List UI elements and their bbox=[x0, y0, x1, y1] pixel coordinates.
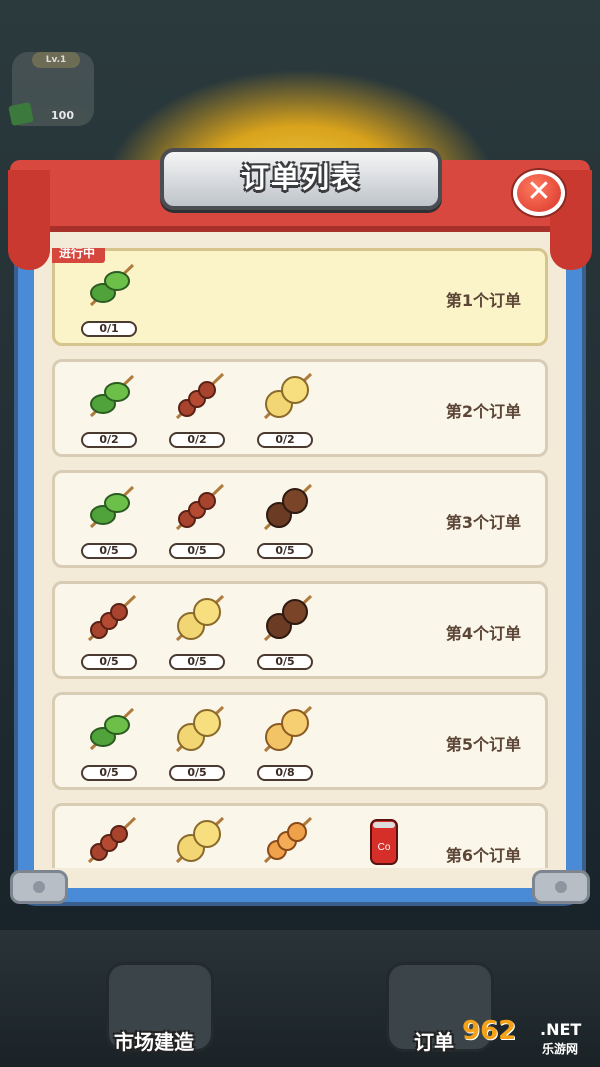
item-count: 0/5 bbox=[257, 654, 313, 670]
watermark-number: 962 bbox=[462, 1016, 517, 1046]
order-item: 0/5 bbox=[75, 703, 145, 787]
item-count: 0/5 bbox=[169, 543, 225, 559]
item-count: 0/5 bbox=[169, 654, 225, 670]
green-pepper-skewer-icon bbox=[89, 263, 135, 307]
order-item bbox=[251, 814, 321, 868]
lotus-root-skewer-icon bbox=[175, 705, 225, 753]
order-card-2[interactable]: 第2个订单 0/2 0/2 0/2 bbox=[52, 359, 548, 457]
item-count: 0/5 bbox=[257, 543, 313, 559]
order-item: 0/5 bbox=[251, 592, 321, 676]
order-card-4[interactable]: 第4个订单 0/5 0/5 0/5 bbox=[52, 581, 548, 679]
item-count: 0/5 bbox=[81, 765, 137, 781]
curtain-left bbox=[8, 170, 50, 270]
green-pepper-skewer-icon bbox=[89, 374, 135, 418]
item-count: 0/2 bbox=[169, 432, 225, 448]
mushroom-skewer-icon bbox=[263, 594, 313, 642]
order-label: 第4个订单 bbox=[445, 624, 521, 643]
site-watermark: 962 .NET 乐游网 bbox=[462, 1016, 596, 1062]
order-item: 0/8 bbox=[251, 703, 321, 787]
order-item: 0/5 bbox=[75, 592, 145, 676]
order-list[interactable]: 进行中 第1个订单 0/1 第2个订单 0/2 0/2 0/2 第3个订单 0/… bbox=[52, 248, 548, 868]
order-card-3[interactable]: 第3个订单 0/5 0/5 0/5 bbox=[52, 470, 548, 568]
order-item: 0/5 bbox=[251, 481, 321, 565]
item-count: 0/5 bbox=[169, 765, 225, 781]
order-item: 0/5 bbox=[75, 481, 145, 565]
bolt-right-icon bbox=[532, 870, 590, 904]
order-label: 第2个订单 bbox=[445, 402, 521, 421]
meat-skewer-icon bbox=[175, 372, 225, 420]
potato-skewer-icon bbox=[263, 705, 313, 753]
bolt-left-icon bbox=[10, 870, 68, 904]
item-count: 0/5 bbox=[81, 654, 137, 670]
meat-skewer-icon bbox=[175, 483, 225, 531]
watermark-sub: 乐游网 bbox=[542, 1042, 579, 1056]
order-card-5[interactable]: 第5个订单 0/5 0/5 0/8 bbox=[52, 692, 548, 790]
order-item: 0/5 bbox=[163, 481, 233, 565]
order-item: 0/5 bbox=[163, 592, 233, 676]
order-item bbox=[163, 814, 233, 868]
level-label: Lv.1 bbox=[32, 52, 80, 68]
panel-title: 订单列表 bbox=[240, 161, 361, 194]
order-card-6[interactable]: 第6个订单 Co bbox=[52, 803, 548, 868]
close-button[interactable]: ✕ bbox=[513, 170, 565, 216]
order-item: 0/2 bbox=[163, 370, 233, 454]
mushroom-skewer-icon bbox=[263, 483, 313, 531]
order-label: 第1个订单 bbox=[445, 291, 521, 310]
fishball-skewer-icon bbox=[263, 816, 313, 864]
order-item: 0/5 bbox=[163, 703, 233, 787]
cola-can-icon: Co bbox=[370, 819, 398, 865]
item-count: 0/5 bbox=[81, 543, 137, 559]
market-build-label: 市场建造 bbox=[114, 1030, 194, 1054]
watermark-net: .NET bbox=[540, 1020, 582, 1039]
order-item: Co bbox=[349, 814, 419, 868]
item-count: 0/1 bbox=[81, 321, 137, 337]
order-card-1[interactable]: 进行中 第1个订单 0/1 bbox=[52, 248, 548, 346]
order-item: 0/1 bbox=[75, 259, 145, 343]
meat-skewer-icon bbox=[87, 816, 137, 864]
item-count: 0/8 bbox=[257, 765, 313, 781]
order-item bbox=[75, 814, 145, 868]
lotus-root-skewer-icon bbox=[175, 816, 225, 864]
lotus-root-skewer-icon bbox=[263, 372, 313, 420]
order-label: 第3个订单 bbox=[445, 513, 521, 532]
order-label: 第6个订单 bbox=[445, 846, 521, 865]
item-count: 0/2 bbox=[81, 432, 137, 448]
order-label: 第5个订单 bbox=[445, 735, 521, 754]
order-item: 0/2 bbox=[251, 370, 321, 454]
order-item: 0/2 bbox=[75, 370, 145, 454]
item-count: 0/2 bbox=[257, 432, 313, 448]
svg-text:Co: Co bbox=[378, 842, 391, 853]
green-pepper-skewer-icon bbox=[89, 485, 135, 529]
orders-label: 订单 bbox=[414, 1030, 454, 1054]
green-pepper-skewer-icon bbox=[89, 707, 135, 751]
meat-skewer-icon bbox=[87, 594, 137, 642]
lotus-root-skewer-icon bbox=[175, 594, 225, 642]
